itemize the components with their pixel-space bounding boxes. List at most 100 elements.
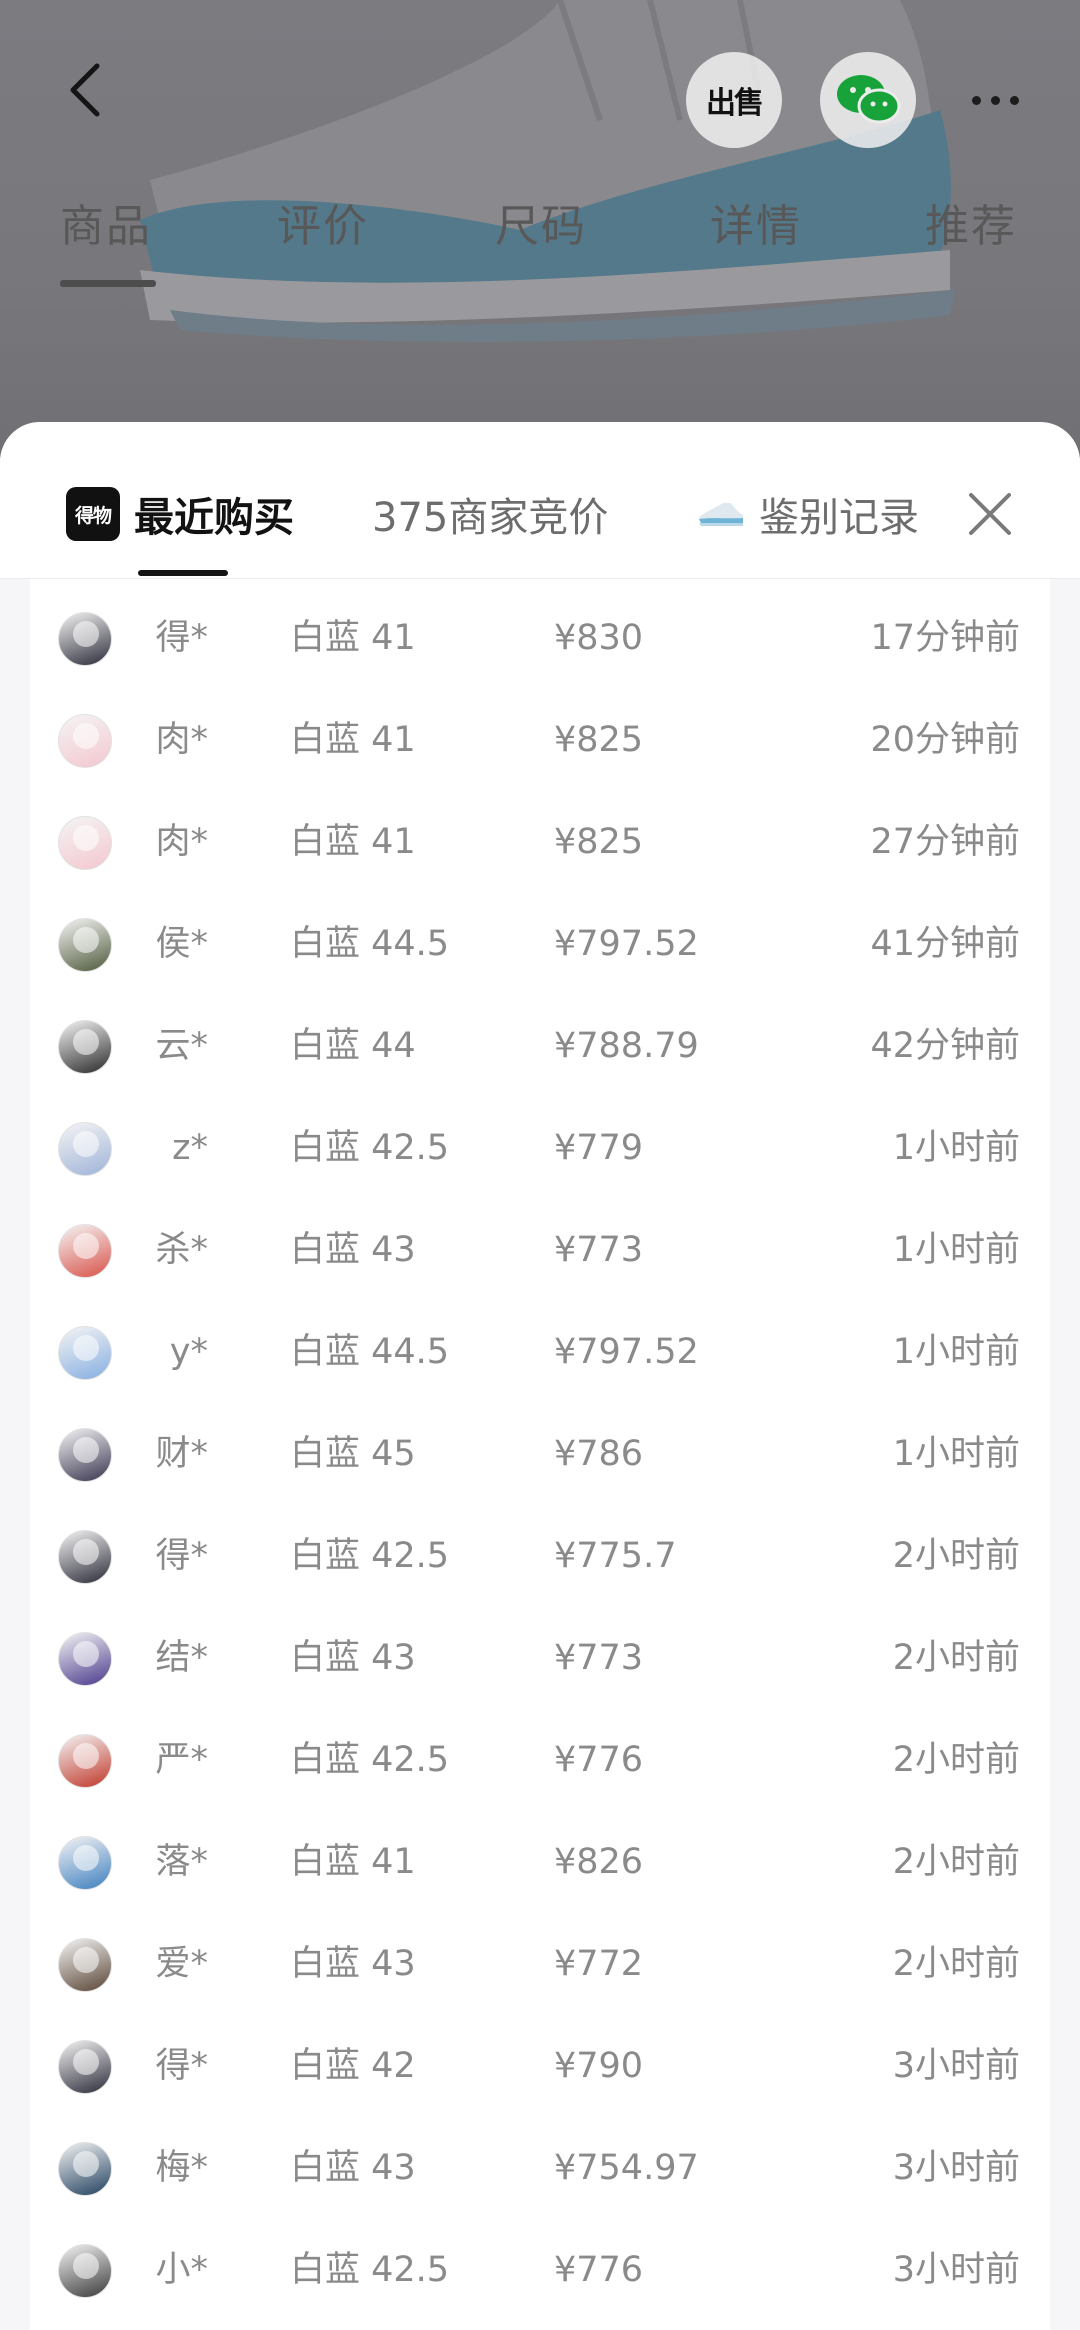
purchase-row: y* 白蓝 44.5 ¥797.52 1小时前 [30, 1301, 1050, 1403]
tab-size[interactable]: 尺码 [495, 190, 587, 254]
purchase-time: 2小时前 [892, 1944, 1020, 1984]
nav-active-indicator [60, 280, 156, 287]
user-avatar[interactable] [58, 1530, 112, 1584]
more-button[interactable] [950, 70, 1040, 130]
buyer-name: 爱* [155, 1944, 208, 1984]
purchase-price: ¥797.52 [554, 1332, 699, 1372]
user-avatar[interactable] [58, 1938, 112, 1992]
purchase-time: 41分钟前 [870, 924, 1020, 964]
avatar-face [73, 2253, 99, 2279]
buyer-name: 侯* [155, 924, 208, 964]
close-button[interactable] [960, 484, 1020, 544]
purchase-time: 3小时前 [892, 2148, 1020, 2188]
more-dot [990, 95, 1000, 105]
purchase-price: ¥773 [554, 1230, 644, 1270]
purchase-time: 27分钟前 [870, 822, 1020, 862]
user-avatar[interactable] [58, 714, 112, 768]
purchase-row: 云* 白蓝 44 ¥788.79 42分钟前 [30, 995, 1050, 1097]
user-avatar[interactable] [58, 918, 112, 972]
wechat-icon [837, 75, 901, 124]
user-avatar[interactable] [58, 1836, 112, 1890]
purchase-row: z* 白蓝 42.5 ¥779 1小时前 [30, 1097, 1050, 1199]
purchase-size: 白蓝 43 [290, 1944, 416, 1984]
buyer-name: y* [169, 1332, 208, 1372]
buyer-name: 严* [155, 1740, 208, 1780]
purchase-time: 1小时前 [892, 1128, 1020, 1168]
avatar-face [73, 1641, 99, 1667]
purchase-time: 2小时前 [892, 1638, 1020, 1678]
purchase-list: 得* 白蓝 41 ¥830 17分钟前 肉* 白蓝 41 ¥825 20分钟前 肉* 白蓝 41 ¥… [30, 579, 1050, 2330]
tab-product[interactable]: 商品 [60, 190, 152, 254]
tab-recent-label: 最近购买 [134, 495, 294, 541]
purchase-row: 杀* 白蓝 43 ¥773 1小时前 [30, 1199, 1050, 1301]
avatar-face [73, 825, 99, 851]
user-avatar[interactable] [58, 1224, 112, 1278]
avatar-face [73, 1743, 99, 1769]
buyer-name: 财* [155, 1434, 208, 1474]
user-avatar[interactable] [58, 1326, 112, 1380]
recent-purchases-sheet: 得物 最近购买 375商家竞价 鉴别记录 得* 白蓝 41 ¥830 17分钟前 肉* 白… [0, 422, 1080, 2330]
avatar-face [73, 1539, 99, 1565]
tab-recommend[interactable]: 推荐 [925, 190, 1017, 254]
sell-button[interactable]: 出售 [686, 52, 782, 148]
sell-label: 出售 [706, 86, 764, 121]
back-button[interactable] [50, 55, 120, 125]
purchase-size: 白蓝 44.5 [290, 1332, 450, 1372]
user-avatar[interactable] [58, 1020, 112, 1074]
avatar-face [73, 1029, 99, 1055]
more-dot [971, 95, 981, 105]
purchase-row: 落* 白蓝 41 ¥826 2小时前 [30, 1811, 1050, 1913]
purchase-time: 3小时前 [892, 2250, 1020, 2290]
purchase-row: 得* 白蓝 42 ¥790 3小时前 [30, 2015, 1050, 2117]
purchase-price: ¥825 [554, 720, 644, 760]
buyer-name: 云* [155, 1026, 208, 1066]
user-avatar[interactable] [58, 1428, 112, 1482]
purchase-price: ¥826 [554, 1842, 644, 1882]
user-avatar[interactable] [58, 1632, 112, 1686]
purchase-size: 白蓝 41 [290, 1842, 416, 1882]
purchase-row: 小* 白蓝 42.5 ¥776 3小时前 [30, 2219, 1050, 2321]
wechat-share-button[interactable] [820, 52, 916, 148]
avatar-face [73, 1335, 99, 1361]
buyer-name: 得* [155, 618, 208, 658]
user-avatar[interactable] [58, 2244, 112, 2298]
purchase-size: 白蓝 41 [290, 822, 416, 862]
purchase-time: 1小时前 [892, 1434, 1020, 1474]
user-avatar[interactable] [58, 1734, 112, 1788]
purchase-row: 得* 白蓝 41 ¥830 17分钟前 [30, 587, 1050, 689]
purchase-time: 2小时前 [892, 1740, 1020, 1780]
purchase-row: 得* 白蓝 42.5 ¥775.7 2小时前 [30, 1505, 1050, 1607]
purchase-row: 结* 白蓝 43 ¥773 2小时前 [30, 1607, 1050, 1709]
buyer-name: 梅* [155, 2148, 208, 2188]
user-avatar[interactable] [58, 2142, 112, 2196]
purchase-size: 白蓝 44.5 [290, 924, 450, 964]
buyer-name: 得* [155, 1536, 208, 1576]
avatar-face [73, 621, 99, 647]
purchase-price: ¥790 [554, 2046, 644, 2086]
purchase-size: 白蓝 45 [290, 1434, 416, 1474]
purchase-time: 2小时前 [892, 1536, 1020, 1576]
avatar-face [73, 2151, 99, 2177]
close-icon [969, 493, 1011, 535]
buyer-name: 肉* [155, 720, 208, 760]
tab-authentication-records[interactable]: 鉴别记录 [697, 484, 919, 544]
user-avatar[interactable] [58, 2040, 112, 2094]
avatar-face [73, 1845, 99, 1871]
purchase-row: 梅* 白蓝 43 ¥754.97 3小时前 [30, 2117, 1050, 2219]
user-avatar[interactable] [58, 1122, 112, 1176]
purchase-row: 肉* 白蓝 41 ¥825 20分钟前 [30, 689, 1050, 791]
purchase-size: 白蓝 42.5 [290, 1536, 450, 1576]
purchase-size: 白蓝 42.5 [290, 2250, 450, 2290]
purchase-price: ¥830 [554, 618, 644, 658]
tab-merchant-bids[interactable]: 375商家竞价 [372, 484, 608, 544]
user-avatar[interactable] [58, 816, 112, 870]
tab-details[interactable]: 详情 [710, 190, 802, 254]
tab-reviews[interactable]: 评价 [277, 190, 369, 254]
buyer-name: 结* [155, 1638, 208, 1678]
purchase-size: 白蓝 44 [290, 1026, 416, 1066]
user-avatar[interactable] [58, 612, 112, 666]
purchase-price: ¥776 [554, 2250, 644, 2290]
tab-recent-purchases[interactable]: 得物 最近购买 [66, 484, 294, 544]
tab-bids-label: 375商家竞价 [372, 495, 609, 541]
purchase-size: 白蓝 42.5 [290, 1128, 450, 1168]
